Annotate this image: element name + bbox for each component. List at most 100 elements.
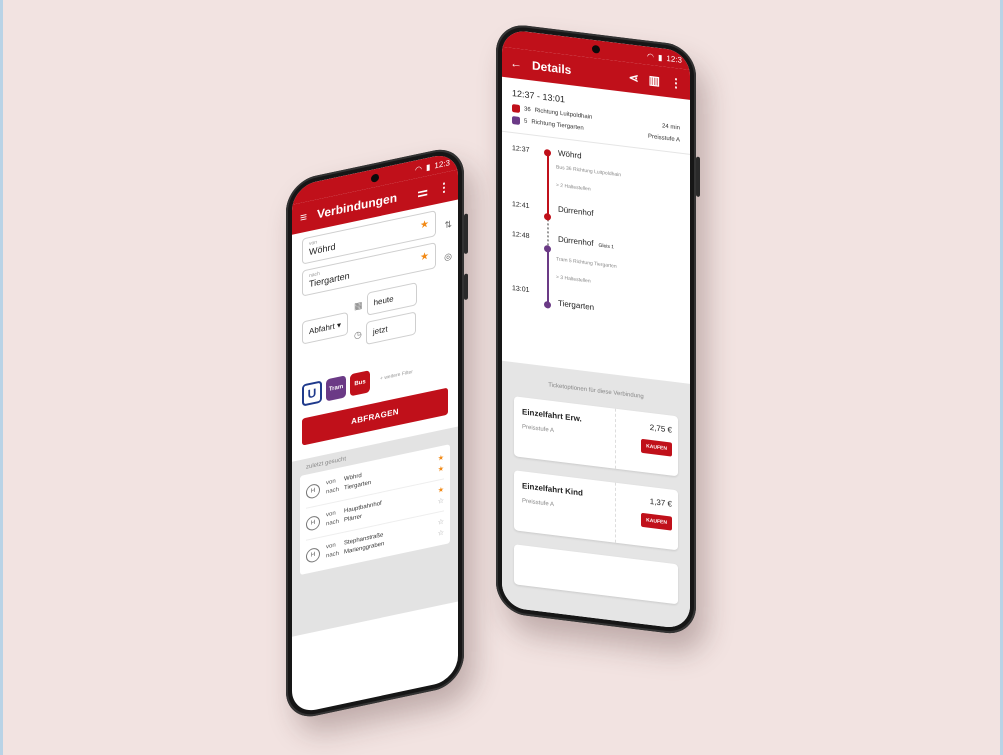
leg-detail: Bus 36 Richtung Luitpoldhain — [556, 164, 622, 179]
bus-icon — [512, 103, 520, 113]
stop-dot — [544, 212, 551, 221]
star-icon[interactable]: ★ — [420, 219, 429, 232]
star-filled-icon[interactable]: ★ — [438, 453, 444, 462]
to-word: nach — [326, 550, 340, 560]
phone-left: ◠ ▮ 12:3 ≡ Verbindungen ⚌ ⋮ von Wöhrd ★ … — [286, 144, 468, 723]
ticket-card-partial — [514, 544, 678, 605]
buy-button[interactable]: KAUFEN — [641, 438, 672, 457]
front-camera — [592, 44, 600, 54]
volume-button — [464, 213, 468, 255]
details-screen: ◠ ▮ 12:3 ← Details ⋖ ▥ ⋮ 12:37 - 13:01 3… — [502, 28, 690, 630]
date-time-group: ▦ heute ◷ jetzt — [354, 282, 417, 347]
from-word: von — [326, 542, 336, 551]
leg-line: 36 — [524, 106, 531, 114]
departure-value: Abfahrt — [309, 321, 335, 336]
timeline-stop: 12:41 Dürrenhof — [512, 199, 594, 218]
mode-bus-toggle[interactable]: Bus — [350, 370, 370, 397]
stop-icon: H — [306, 514, 320, 532]
departure-select[interactable]: Abfahrt ▾ — [302, 311, 349, 345]
ticket-price: 2,75 € — [649, 422, 672, 435]
intermediate-stops-toggle[interactable]: > 2 Haltestellen — [556, 182, 591, 192]
star-filled-icon[interactable]: ★ — [438, 464, 444, 473]
leg-direction: Richtung Tiergarten — [531, 119, 584, 132]
sliders-icon[interactable]: ⚌ — [417, 184, 428, 200]
mode-tram-toggle[interactable]: Tram — [326, 375, 346, 402]
chevron-down-icon: ▾ — [337, 319, 342, 330]
stop-icon: H — [306, 546, 320, 564]
date-value: heute — [373, 294, 394, 308]
stop-time: 12:48 — [512, 230, 530, 241]
mode-u-toggle[interactable]: U — [302, 380, 322, 407]
stop-name: Dürrenhof — [557, 204, 594, 218]
star-filled-icon[interactable]: ★ — [438, 485, 444, 494]
hamburger-icon[interactable]: ≡ — [300, 210, 307, 225]
ticket-info: Einzelfahrt Erw. Preisstufe A — [514, 396, 616, 469]
share-icon[interactable]: ⋖ — [629, 70, 639, 85]
date-field[interactable]: heute — [366, 282, 417, 316]
calendar-icon: ▦ — [354, 299, 363, 312]
stop-dot — [544, 244, 551, 253]
ticket-level: Preisstufe A — [522, 498, 555, 509]
ticket-info: Einzelfahrt Kind Preisstufe A — [514, 470, 616, 543]
connections-screen: ◠ ▮ 12:3 ≡ Verbindungen ⚌ ⋮ von Wöhrd ★ … — [292, 151, 458, 715]
star-icon[interactable]: ★ — [420, 251, 429, 264]
favorite-stars: ★ ★ — [438, 453, 444, 473]
more-filters-link[interactable]: + weitere Filter — [380, 369, 413, 382]
ticket-card: Einzelfahrt Erw. Preisstufe A 2,75 € KAU… — [514, 396, 678, 477]
leg-detail: Tram 5 Richtung Tiergarten — [556, 256, 617, 270]
ticket-options: Ticketoptionen für diese Verbindung Einz… — [502, 360, 690, 630]
from-word: von — [326, 478, 336, 487]
ticket-card: Einzelfahrt Kind Preisstufe A 1,37 € KAU… — [514, 470, 678, 551]
stop-time: 13:01 — [512, 284, 530, 295]
map-icon[interactable]: ▥ — [649, 73, 660, 88]
star-outline-icon[interactable]: ☆ — [438, 517, 444, 526]
back-arrow-icon[interactable]: ← — [510, 56, 522, 71]
ticket-level: Preisstufe A — [522, 424, 555, 435]
stop-time: 12:37 — [512, 144, 530, 155]
intermediate-stops-toggle[interactable]: > 3 Haltestellen — [556, 274, 591, 284]
kebab-icon[interactable]: ⋮ — [438, 179, 450, 196]
stop-dot — [544, 300, 551, 309]
ticket-name: Einzelfahrt Kind — [522, 481, 583, 498]
status-time: 12:3 — [666, 53, 682, 65]
time-row: ◷ jetzt — [354, 311, 417, 347]
stop-name: Wöhrd — [557, 148, 582, 161]
timeline-stop: 12:48 Dürrenhof Gleis 1 — [512, 229, 614, 251]
ticket-price-area: 1,37 € KAUFEN — [616, 483, 678, 551]
leg-line: 5 — [524, 118, 528, 125]
trip-timeline: 12:37 Wöhrd Bus 36 Richtung Luitpoldhain… — [502, 132, 690, 349]
page-title: Details — [532, 58, 572, 78]
favorite-stars: ★ ☆ — [438, 485, 444, 505]
volume-button — [696, 156, 700, 198]
ticket-price-area: 2,75 € KAUFEN — [616, 409, 678, 477]
platform: Gleis 1 — [598, 242, 615, 251]
status-time: 12:3 — [434, 157, 450, 170]
signal-icon: ▮ — [658, 52, 663, 62]
favorite-stars: ☆ ☆ — [438, 517, 444, 537]
price-level: Preisstufe A — [647, 133, 680, 144]
swap-icon[interactable]: ⇅ — [444, 219, 452, 232]
signal-icon: ▮ — [426, 161, 431, 172]
locate-icon[interactable]: ◎ — [444, 251, 452, 264]
star-outline-icon[interactable]: ☆ — [438, 496, 444, 505]
timeline-stop: 13:01 Tiergarten — [512, 283, 594, 312]
to-word: nach — [326, 518, 340, 528]
star-outline-icon[interactable]: ☆ — [438, 528, 444, 537]
time-field[interactable]: jetzt — [365, 311, 416, 346]
stop-name: Dürrenhof — [557, 234, 594, 248]
stop-icon: H — [306, 482, 320, 500]
ticket-name: Einzelfahrt Erw. — [522, 407, 582, 424]
duration: 24 min — [661, 123, 680, 132]
time-value: jetzt — [372, 324, 388, 337]
tram-segment-line — [547, 249, 549, 306]
to-word: nach — [326, 486, 340, 496]
stop-name: Tiergarten — [557, 298, 595, 313]
kebab-icon[interactable]: ⋮ — [670, 75, 682, 90]
power-button — [464, 273, 468, 301]
buy-button[interactable]: KAUFEN — [641, 512, 672, 531]
ticket-price: 1,37 € — [649, 496, 672, 509]
clock-icon: ◷ — [354, 328, 362, 341]
recent-searches: zuletzt gesucht H von Wöhrd nach Tiergar… — [292, 426, 458, 637]
more-filters-label: weitere Filter — [384, 369, 413, 382]
tram-icon — [512, 115, 520, 125]
